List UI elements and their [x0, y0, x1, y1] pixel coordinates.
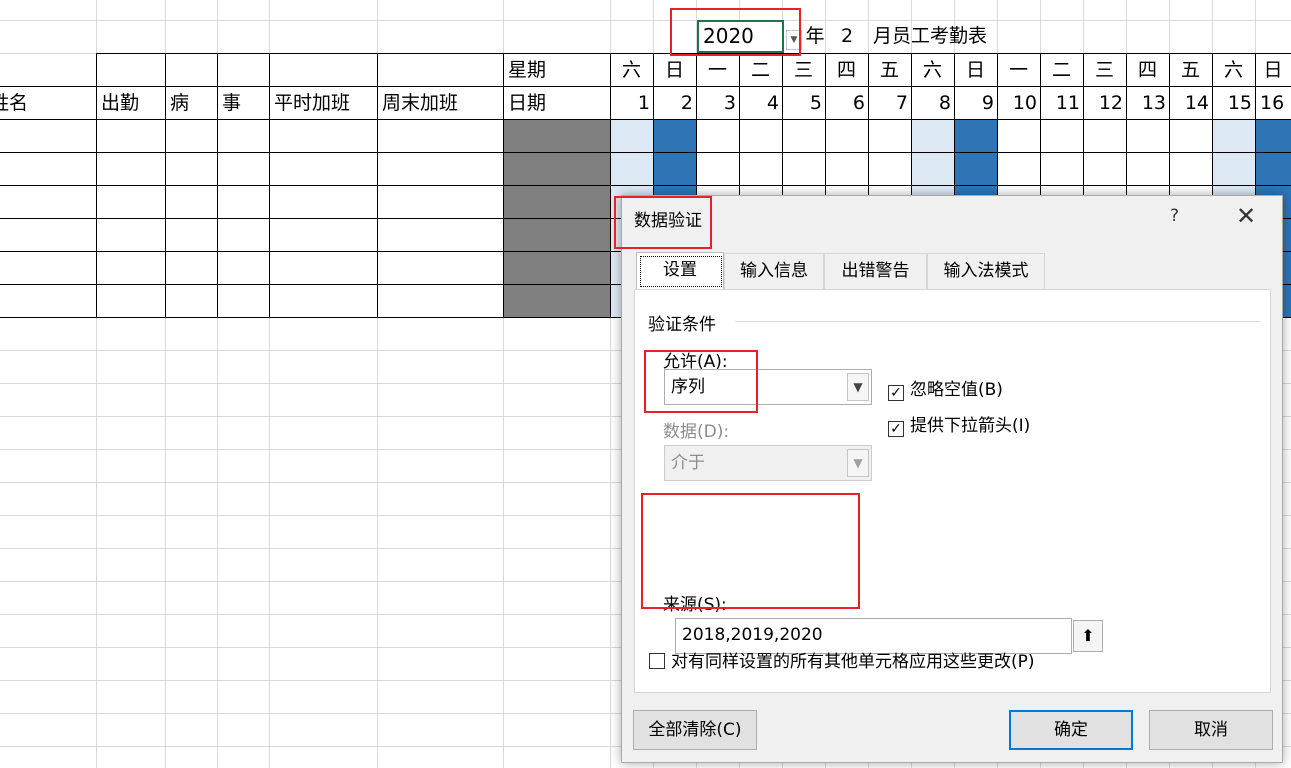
weekday-cell: 一: [1008, 59, 1028, 81]
day-cell: 2: [680, 92, 693, 114]
data-label: 数据(D):: [663, 422, 730, 442]
collapse-dialog-icon[interactable]: ⬆: [1073, 620, 1103, 652]
weekend-overtime-header: 周末加班: [382, 92, 459, 114]
table-border-horizontal: [0, 152, 1291, 153]
weekday-cell: 日: [965, 59, 985, 81]
tab-ime-mode-label: 输入法模式: [943, 261, 1029, 281]
tab-error-alert-label: 出错警告: [841, 261, 910, 281]
tab-error-alert[interactable]: 出错警告: [824, 253, 927, 289]
tab-input-message[interactable]: 输入信息: [724, 253, 824, 289]
weekday-cell: 五: [1180, 59, 1200, 81]
day-cell: 3: [723, 92, 736, 114]
help-icon[interactable]: ?: [1170, 206, 1179, 226]
year-suffix: 年: [805, 25, 825, 47]
name-header: 姓名: [0, 92, 29, 114]
table-border-vertical: [217, 53, 218, 317]
dropdown-arrow-label: 提供下拉箭头(I): [910, 416, 1031, 436]
day-cell: 1: [637, 92, 650, 114]
table-border-vertical: [503, 53, 504, 317]
day-cell: 5: [809, 92, 822, 114]
weekday-cell: 三: [1094, 59, 1114, 81]
table-border-vertical: [96, 53, 97, 317]
tab-focus-ring: [640, 256, 722, 287]
name-header-clip: 姓名: [0, 87, 95, 119]
weekday-overtime-header: 平时加班: [274, 92, 351, 114]
weekday-header: 星期: [508, 59, 547, 81]
validation-criteria-legend: 验证条件: [648, 315, 716, 335]
table-border-horizontal: [0, 185, 1291, 186]
table-border-vertical: [269, 53, 270, 317]
sick-header: 病: [170, 92, 190, 114]
ok-button[interactable]: 确定: [1009, 710, 1133, 750]
attendance-title: 月员工考勤表: [873, 25, 988, 47]
apply-all-checkbox[interactable]: 对有同样设置的所有其他单元格应用这些更改(P): [649, 647, 1035, 672]
check-icon: ✓: [888, 421, 904, 437]
year-value: 2020: [703, 24, 754, 48]
table-border-horizontal: [0, 119, 1291, 120]
ignore-blank-label: 忽略空值(B): [910, 380, 1003, 400]
day-cell: 11: [1055, 92, 1080, 114]
allow-combo[interactable]: 序列 ▼: [664, 369, 872, 405]
day-cell: 12: [1098, 92, 1123, 114]
day-cell: 16: [1260, 92, 1285, 114]
chevron-down-icon[interactable]: ▼: [847, 373, 869, 401]
gridline-horizontal: [0, 20, 1291, 21]
month-value: 2: [840, 25, 854, 47]
weekday-cell: 日: [664, 59, 684, 81]
tab-input-message-label: 输入信息: [740, 261, 808, 281]
attendance-header: 出勤: [101, 92, 140, 114]
year-cell[interactable]: 2020: [697, 20, 784, 53]
day-cell: 14: [1184, 92, 1209, 114]
day-cell: 6: [852, 92, 865, 114]
table-border-vertical: [377, 53, 378, 317]
weekday-cell: 五: [879, 59, 899, 81]
data-combo: 介于 ▼: [664, 445, 872, 481]
personal-header: 事: [222, 92, 242, 114]
weekday-cell: 日: [1263, 59, 1283, 81]
weekday-cell: 四: [836, 59, 856, 81]
source-label: 来源(S):: [663, 595, 727, 615]
allow-value: 序列: [671, 377, 705, 397]
day-cell: 15: [1227, 92, 1252, 114]
weekday-cell: 四: [1137, 59, 1157, 81]
year-dropdown-arrow-icon[interactable]: ▼: [786, 30, 802, 50]
weekday-cell: 三: [793, 59, 813, 81]
apply-all-label: 对有同样设置的所有其他单元格应用这些更改(P): [671, 652, 1035, 672]
source-value: 2018,2019,2020: [682, 625, 823, 645]
data-validation-dialog: 数据验证 ? ✕ 设置 输入信息 出错警告 输入法模式 验证条件 允许(A): …: [621, 195, 1283, 763]
weekday-cell: 二: [750, 59, 770, 81]
clear-all-button[interactable]: 全部清除(C): [633, 710, 757, 750]
weekday-cell: 六: [1223, 59, 1243, 81]
day-cell: 8: [938, 92, 951, 114]
check-icon: ✓: [888, 385, 904, 401]
day-cell: 9: [981, 92, 994, 114]
ignore-blank-checkbox[interactable]: ✓ 忽略空值(B): [888, 375, 1003, 401]
data-value: 介于: [671, 453, 705, 473]
chevron-down-icon: ▼: [847, 449, 869, 477]
dialog-title: 数据验证: [634, 211, 702, 231]
cancel-button[interactable]: 取消: [1149, 710, 1273, 750]
day-cell: 7: [895, 92, 908, 114]
dropdown-arrow-checkbox[interactable]: ✓ 提供下拉箭头(I): [888, 411, 1030, 437]
tab-ime-mode[interactable]: 输入法模式: [927, 253, 1045, 289]
day-cell: 13: [1141, 92, 1166, 114]
settings-panel: 验证条件 允许(A): 序列 ▼ ✓ 忽略空值(B) ✓ 提供下拉箭头(I) 数据(…: [634, 289, 1271, 693]
date-header: 日期: [508, 92, 547, 114]
weekday-cell: 六: [621, 59, 641, 81]
weekday-cell: 六: [922, 59, 942, 81]
checkbox-empty-icon: [649, 653, 665, 669]
table-border-vertical: [165, 53, 166, 317]
group-divider: [735, 321, 1260, 322]
weekday-cell: 一: [707, 59, 727, 81]
close-icon[interactable]: ✕: [1236, 202, 1256, 230]
day-cell: 4: [766, 92, 779, 114]
weekday-cell: 二: [1051, 59, 1071, 81]
day-cell: 10: [1012, 92, 1037, 114]
